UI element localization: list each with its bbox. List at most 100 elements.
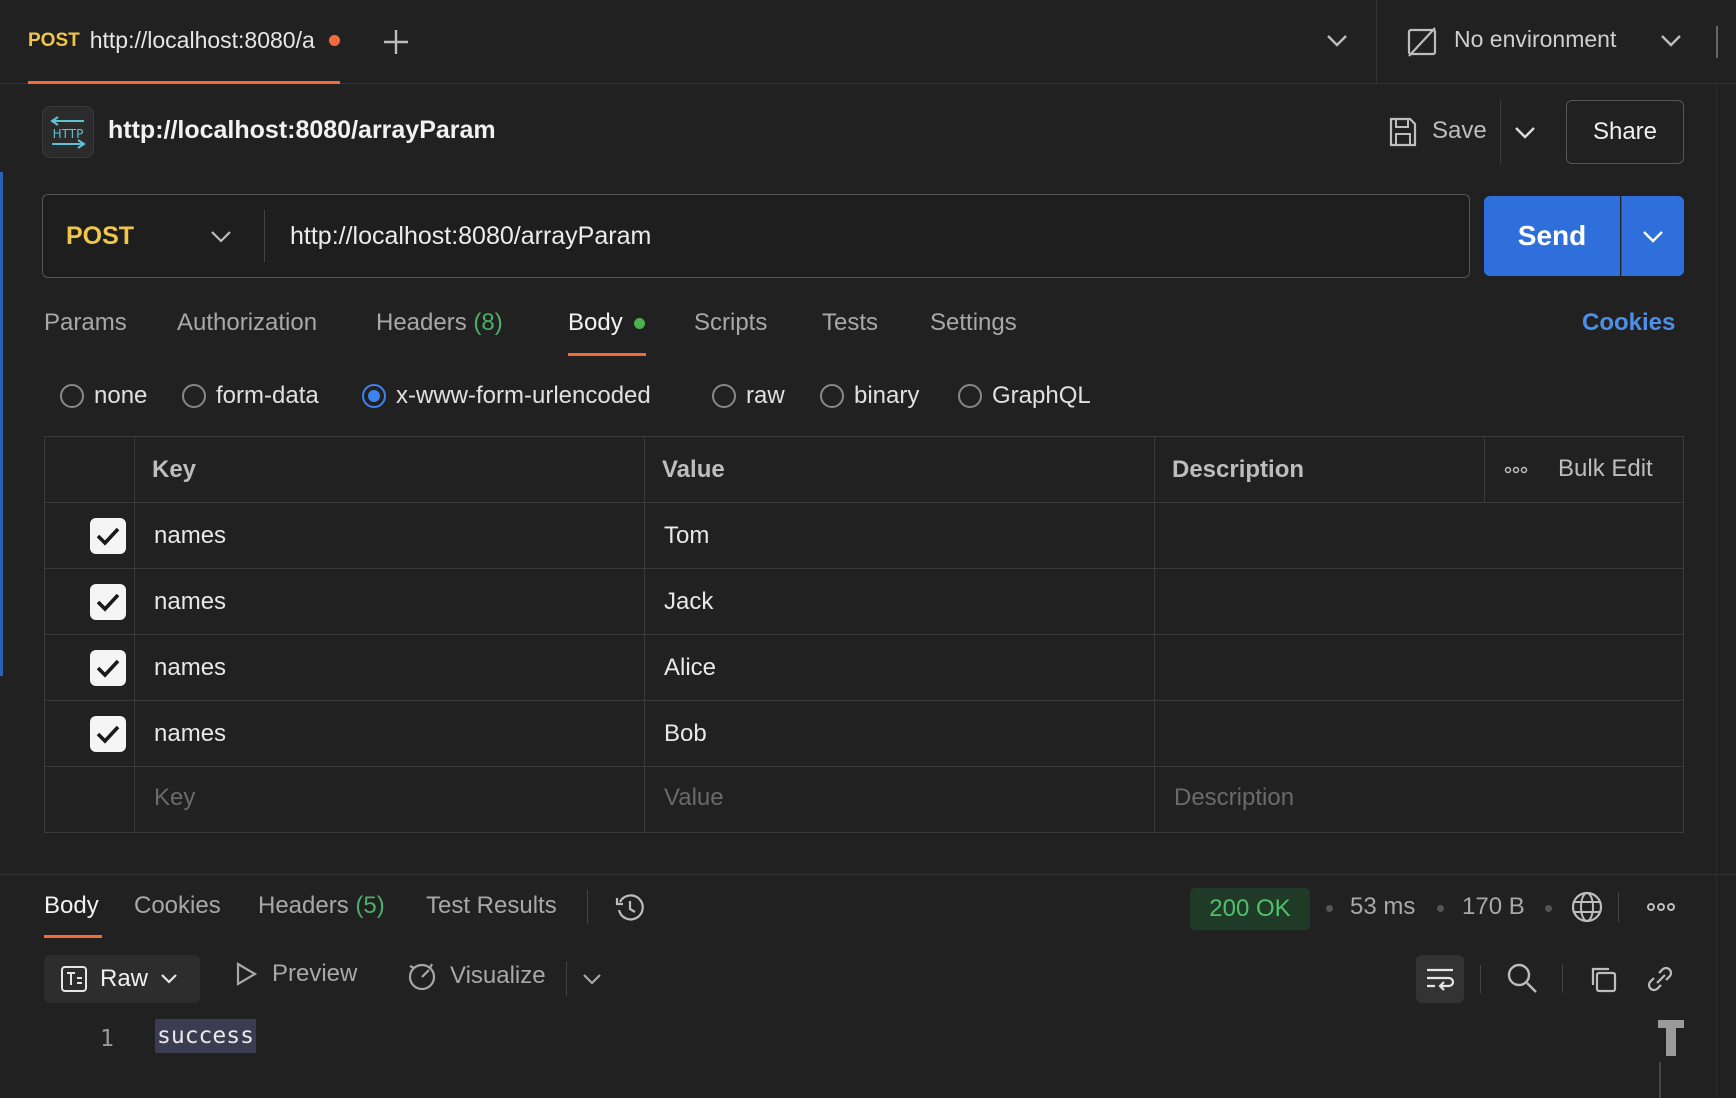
response-body-text[interactable]: success — [155, 1019, 256, 1053]
response-tab-cookies[interactable]: Cookies — [134, 892, 221, 920]
row-checkbox[interactable] — [90, 518, 126, 554]
visualize-dropdown-icon[interactable] — [582, 972, 602, 986]
save-button[interactable]: Save — [1432, 117, 1487, 145]
globe-icon[interactable] — [1570, 890, 1604, 924]
description-placeholder[interactable]: Description — [1174, 784, 1294, 812]
radio-graphql[interactable]: GraphQL — [958, 380, 1091, 412]
request-name[interactable]: http://localhost:8080/arrayParam — [108, 116, 496, 145]
tab-params[interactable]: Params — [44, 309, 127, 337]
tab-url: http://localhost:8080/a — [89, 27, 315, 53]
radio-label: x-www-form-urlencoded — [396, 382, 651, 409]
tab-tests[interactable]: Tests — [822, 309, 878, 337]
no-environment-icon — [1406, 26, 1438, 58]
radio-form-data[interactable]: form-data — [182, 380, 319, 412]
response-tab-headers[interactable]: Headers (5) — [258, 892, 385, 920]
tab-divider — [587, 890, 588, 924]
method-select[interactable]: POST — [42, 194, 266, 278]
response-format-value: Raw — [100, 965, 149, 992]
visualize-label: Visualize — [450, 962, 546, 989]
more-options-icon[interactable] — [1504, 466, 1528, 474]
status-badge[interactable]: 200 OK — [1190, 888, 1310, 930]
chevron-down-icon — [161, 974, 177, 984]
svg-text:HTTP: HTTP — [53, 127, 84, 141]
check-icon — [96, 527, 120, 546]
radio-raw[interactable]: raw — [712, 380, 785, 412]
copy-icon[interactable] — [1588, 964, 1618, 994]
env-divider — [1376, 0, 1377, 84]
response-headers-label: Headers — [258, 892, 349, 919]
request-tab-active[interactable]: POST http://localhost:8080/a — [28, 0, 340, 84]
tab-authorization[interactable]: Authorization — [177, 309, 317, 337]
column-header-key: Key — [152, 456, 197, 483]
row-divider — [44, 502, 1684, 503]
key-placeholder[interactable]: Key — [154, 784, 195, 812]
toolbar-divider — [1480, 965, 1481, 993]
row-value[interactable]: Bob — [664, 720, 707, 748]
method-value: POST — [66, 221, 135, 250]
line-number: 1 — [100, 1026, 114, 1052]
radio-circle — [182, 384, 206, 408]
tab-headers[interactable]: Headers (8) — [376, 309, 503, 337]
wrap-lines-button[interactable] — [1416, 955, 1464, 1003]
preview-button[interactable]: Preview — [234, 960, 357, 988]
row-key[interactable]: names — [154, 522, 226, 550]
response-format-select[interactable]: Raw — [44, 955, 200, 1003]
tab-settings[interactable]: Settings — [930, 309, 1017, 337]
send-button[interactable]: Send — [1484, 196, 1620, 276]
radio-none[interactable]: none — [60, 380, 147, 412]
column-header-description: Description — [1172, 456, 1305, 483]
tab-body[interactable]: Body — [568, 309, 623, 337]
new-tab-icon[interactable] — [382, 28, 410, 56]
value-placeholder[interactable]: Value — [664, 784, 724, 812]
text-format-icon — [61, 966, 87, 992]
response-time[interactable]: 53 ms — [1350, 893, 1415, 921]
row-checkbox[interactable] — [90, 716, 126, 752]
radio-label: binary — [854, 382, 920, 409]
more-options-icon[interactable] — [1646, 902, 1676, 912]
save-icon[interactable] — [1388, 116, 1418, 148]
url-input[interactable] — [290, 208, 1450, 264]
meta-dot — [1437, 905, 1444, 912]
cookies-link[interactable]: Cookies — [1582, 309, 1675, 337]
response-tab-test-results[interactable]: Test Results — [426, 892, 557, 920]
bulk-edit-button[interactable]: Bulk Edit — [1558, 455, 1653, 483]
response-tab-body[interactable]: Body — [44, 892, 99, 920]
row-key[interactable]: names — [154, 720, 226, 748]
row-value[interactable]: Alice — [664, 654, 716, 682]
play-icon — [236, 962, 258, 986]
share-button[interactable]: Share — [1566, 100, 1684, 164]
radio-urlencoded[interactable]: x-www-form-urlencoded — [362, 380, 651, 412]
tab-scripts[interactable]: Scripts — [694, 309, 767, 337]
row-checkbox[interactable] — [90, 650, 126, 686]
response-divider — [0, 874, 1736, 875]
response-tab-underline — [44, 935, 102, 938]
radio-binary[interactable]: binary — [820, 380, 919, 412]
row-key[interactable]: names — [154, 654, 226, 682]
body-modified-dot — [634, 318, 645, 329]
history-icon[interactable] — [614, 892, 646, 924]
row-key[interactable]: names — [154, 588, 226, 616]
environment-dropdown-icon[interactable] — [1660, 32, 1682, 48]
search-icon[interactable] — [1506, 962, 1538, 994]
tabs-dropdown-icon[interactable] — [1326, 32, 1348, 48]
row-divider — [44, 766, 1684, 767]
row-value[interactable]: Jack — [664, 588, 713, 616]
response-size[interactable]: 170 B — [1462, 893, 1525, 921]
check-icon — [96, 659, 120, 678]
save-dropdown-icon[interactable] — [1514, 124, 1536, 140]
method-dropdown-icon[interactable] — [210, 228, 232, 244]
radio-circle — [60, 384, 84, 408]
text-cursor-icon — [1656, 1016, 1686, 1098]
row-value[interactable]: Tom — [664, 522, 709, 550]
visualize-button[interactable]: Visualize — [406, 960, 546, 992]
visualize-icon — [408, 963, 436, 991]
send-dropdown-button[interactable] — [1621, 196, 1684, 276]
preview-label: Preview — [272, 960, 358, 987]
url-divider — [264, 210, 265, 262]
response-headers-count: (5) — [355, 892, 385, 919]
radio-circle — [712, 384, 736, 408]
environment-selector[interactable]: No environment — [1454, 26, 1616, 53]
link-icon[interactable] — [1644, 964, 1676, 994]
toolbar-divider — [566, 962, 567, 996]
row-checkbox[interactable] — [90, 584, 126, 620]
